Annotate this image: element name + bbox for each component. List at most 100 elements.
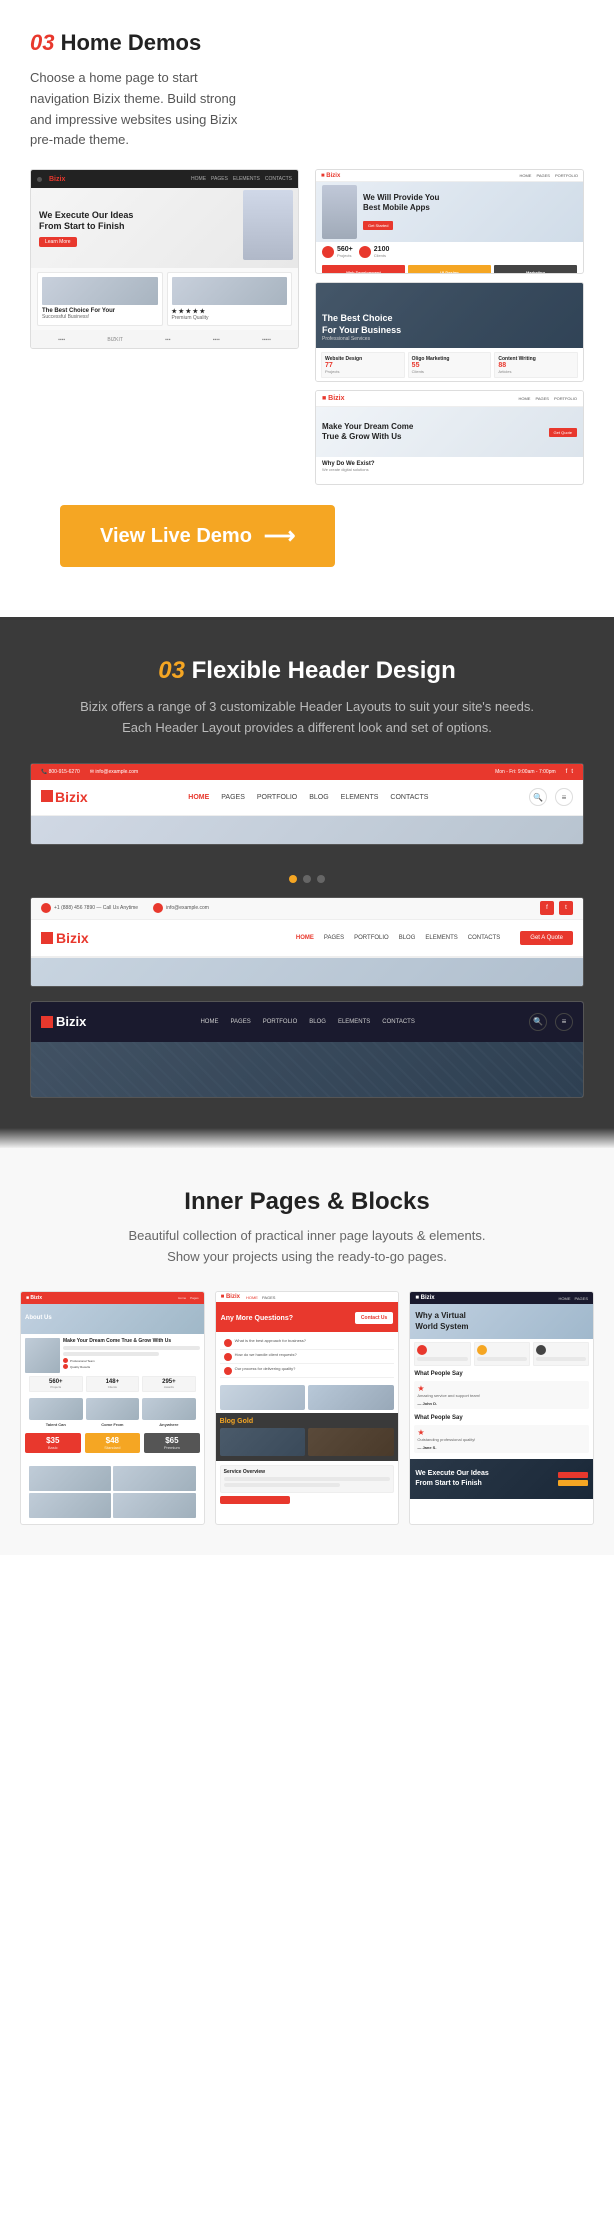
hm2-nav-home[interactable]: HOME — [296, 935, 314, 941]
pt2-img-2 — [308, 1385, 394, 1410]
hm2-nav-pages[interactable]: PAGES — [324, 935, 344, 941]
hm2-social-f[interactable]: f — [540, 901, 554, 915]
pt3-test-2: ★ Outstanding professional quality! — Ja… — [414, 1425, 589, 1453]
pt2-more-content: Service Overview — [216, 1461, 399, 1511]
hm1-nav-elements[interactable]: ELEMENTS — [341, 794, 379, 801]
pt3-service-icon-2 — [477, 1345, 487, 1355]
inner-pages-title: Inner Pages & Blocks — [20, 1188, 594, 1216]
hm1-cart-icon[interactable]: ≡ — [555, 788, 573, 806]
hm1-hours: Mon - Fri: 9:00am - 7:00pm — [495, 769, 556, 775]
pt1-price-num-3: $65 — [147, 1436, 197, 1445]
hm3-nav-blog[interactable]: BLOG — [309, 1019, 326, 1025]
pt1-price-3: $65 Premium — [144, 1433, 200, 1453]
demo-hero-2-text: The Best ChoiceFor Your Business Profess… — [322, 313, 401, 342]
pt2-blog-grid — [220, 1428, 395, 1456]
main-demo-thumb: Bizix HOME PAGES ELEMENTS CONTACTS We Ex… — [30, 169, 299, 349]
hm1-nav-blog[interactable]: BLOG — [309, 794, 328, 801]
pt1-stat-lbl-1: Projects — [32, 1385, 80, 1389]
footer-item-4: ▪▪▪▪ — [213, 337, 220, 343]
pt2-hero-btn: Contact Us — [355, 1312, 393, 1324]
footer-item-5: ▪▪▪▪▪ — [262, 337, 271, 343]
demo-hero-1: We Will Provide YouBest Mobile Apps Get … — [316, 182, 583, 242]
pt1-people-4 — [113, 1493, 195, 1518]
pt3-nav-home: HOME — [559, 1296, 571, 1301]
pt2-nav-home: HOME — [246, 1295, 258, 1300]
pt3-what-people-title: What People Say — [414, 1369, 589, 1379]
stat-text-1: 560+ Projects — [337, 246, 353, 258]
demo-hero-2-title: The Best ChoiceFor Your Business — [322, 313, 401, 336]
thumb-nav-contacts: CONTACTS — [265, 176, 292, 182]
pt1-check-icon-1 — [63, 1358, 68, 1363]
demo-header-3: ■ Bizix HOME PAGES PORTFOLIO — [316, 391, 583, 407]
arrow-icon: ⟶ — [264, 523, 296, 549]
pt3-test-icon-1: ★ — [417, 1384, 586, 1393]
hm2-phone-info: +1 (888) 456 7890 — Call Us Anytime — [41, 903, 138, 913]
hm1-nav-home[interactable]: HOME — [188, 794, 209, 801]
hm3-nav-portfolio[interactable]: PORTFOLIO — [263, 1019, 298, 1025]
pt3-service-text-3 — [536, 1357, 586, 1361]
hm1-nav-pages[interactable]: PAGES — [221, 794, 245, 801]
pt3-content: What People Say ★ Amazing service and su… — [410, 1339, 593, 1458]
stat-label-1: Projects — [337, 253, 353, 258]
demo-hero-text-block: We Will Provide YouBest Mobile Apps Get … — [363, 193, 577, 232]
hm2-nav-blog[interactable]: BLOG — [399, 935, 416, 941]
home-demos-title: 03 Home Demos — [30, 30, 584, 56]
hm3-nav-home[interactable]: HOME — [200, 1019, 218, 1025]
pt2-hero: Any More Questions? Contact Us — [216, 1304, 399, 1332]
mid-service-1: Website Design 77 Projects — [321, 352, 405, 378]
pt3-hero: Why a VirtualWorld System — [410, 1304, 593, 1339]
hm3-main-nav: Bizix HOME PAGES PORTFOLIO BLOG ELEMENTS… — [31, 1002, 583, 1042]
demo-person-img — [322, 185, 357, 239]
dot-3 — [317, 875, 325, 883]
demo-why-section: Why Do We Exist? We create digital solut… — [316, 457, 583, 476]
hm3-nav-contacts[interactable]: CONTACTS — [382, 1019, 415, 1025]
thumb-card-2: ★ ★ ★ ★ ★ Premium Quality — [167, 272, 293, 326]
mid-service-text-1: Projects — [325, 369, 401, 374]
hm2-nav-elements[interactable]: ELEMENTS — [425, 935, 457, 941]
pt3-service-1 — [414, 1342, 470, 1366]
hm2-get-quote-btn[interactable]: Get A Quote — [520, 931, 573, 945]
mini-nav-1: HOME PAGES PORTFOLIO — [519, 173, 578, 178]
hm2-logo-sq — [41, 932, 53, 944]
stat-item-2: 2100 Clients — [359, 246, 390, 258]
pt1-header: ■ Bizix Home Pages — [21, 1292, 204, 1304]
hm3-menu-icon[interactable]: ≡ — [555, 1013, 573, 1031]
mini-logo-1: ■ Bizix — [321, 173, 340, 179]
thumb-card-text-2: Premium Quality — [172, 315, 288, 321]
header-section-title-text: Flexible Header Design — [192, 657, 456, 684]
view-live-demo-button[interactable]: View Live Demo ⟶ — [60, 505, 335, 567]
hm3-nav-elements[interactable]: ELEMENTS — [338, 1019, 370, 1025]
pt2-info-title: Service Overview — [224, 1469, 391, 1475]
mid-service-num-3: 88 — [498, 362, 574, 369]
hm1-social: f t — [566, 769, 573, 775]
why-text: We create digital solutions — [322, 467, 375, 472]
hm1-search-icon[interactable]: 🔍 — [529, 788, 547, 806]
pt1-member-2: Come From — [86, 1398, 140, 1427]
hm2-main-nav: Bizix HOME PAGES PORTFOLIO BLOG ELEMENTS… — [31, 920, 583, 958]
header-mockup-1: 📞 800-915-6270 ✉ info@example.com Mon - … — [30, 763, 584, 845]
pt2-info-card: Service Overview — [220, 1465, 395, 1493]
header-mockups-container: 📞 800-915-6270 ✉ info@example.com Mon - … — [30, 763, 584, 1098]
pt1-price-lbl-1: Basic — [28, 1445, 78, 1450]
pt1-check-text-2: Quality Results — [70, 1365, 90, 1369]
stat-text-2: 2100 Clients — [374, 246, 390, 258]
hm1-nav-contacts[interactable]: CONTACTS — [390, 794, 428, 801]
thumb-card-text-1: Successful Business! — [42, 314, 158, 320]
demo-mid-services: Website Design 77 Projects Oligo Marketi… — [316, 348, 583, 382]
hm2-nav-portfolio[interactable]: PORTFOLIO — [354, 935, 389, 941]
footer-item-3: ▪▪▪ — [165, 337, 170, 343]
pt1-nav-2: Pages — [190, 1296, 199, 1300]
hm1-main-nav: Bizix HOME PAGES PORTFOLIO BLOG ELEMENTS… — [31, 780, 583, 816]
pt3-service-2 — [474, 1342, 530, 1366]
pt1-member-1: Talent Can — [29, 1398, 83, 1427]
pt2-img-1 — [220, 1385, 306, 1410]
thumb-header-bar: Bizix HOME PAGES ELEMENTS CONTACTS — [31, 170, 298, 188]
hm3-search-icon[interactable]: 🔍 — [529, 1013, 547, 1031]
hero-pattern — [31, 1042, 583, 1097]
hm2-nav-contacts[interactable]: CONTACTS — [468, 935, 501, 941]
pt1-price-lbl-2: Standard — [88, 1445, 138, 1450]
hm2-social-t[interactable]: t — [559, 901, 573, 915]
hm3-nav-pages[interactable]: PAGES — [230, 1019, 250, 1025]
inner-pages-description: Beautiful collection of practical inner … — [20, 1226, 594, 1268]
hm1-nav-portfolio[interactable]: PORTFOLIO — [257, 794, 297, 801]
